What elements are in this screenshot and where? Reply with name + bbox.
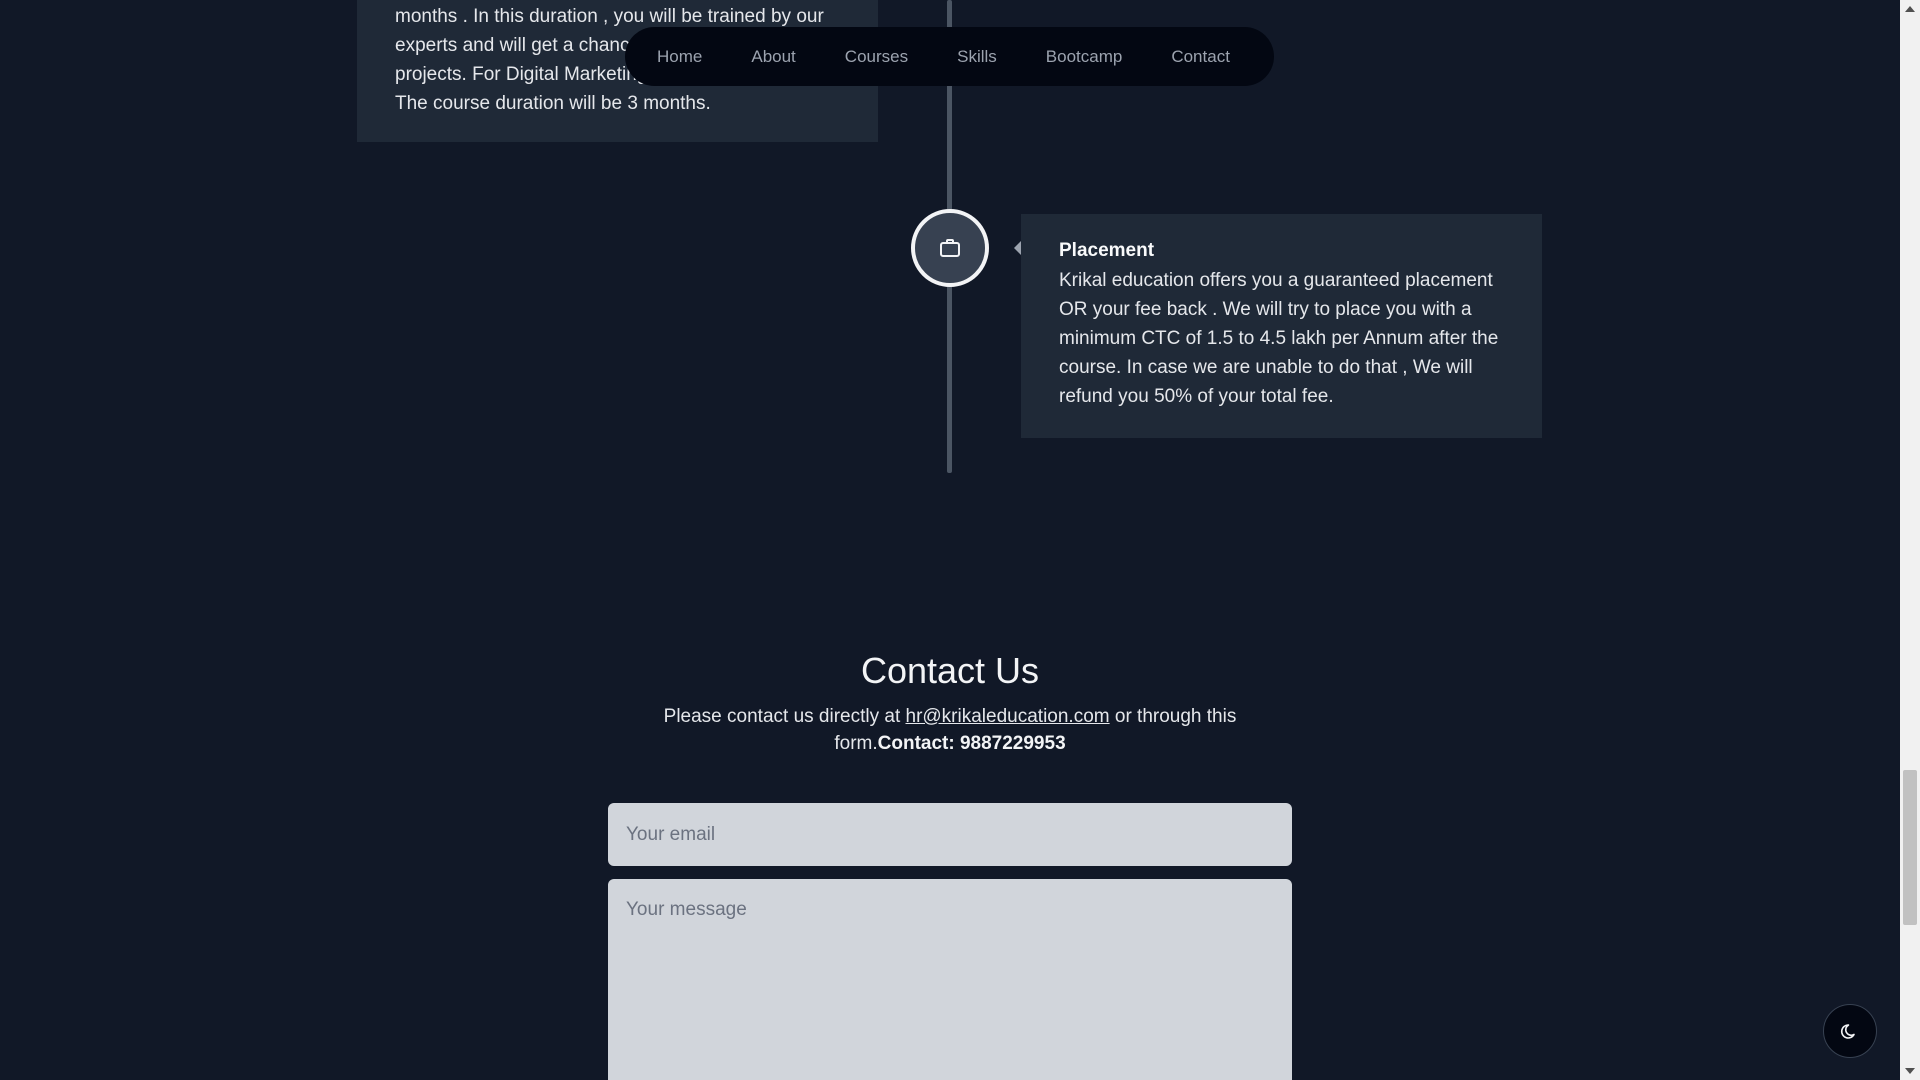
nav-skills[interactable]: Skills bbox=[957, 47, 997, 67]
floating-navbar: Home About Courses Skills Bootcamp Conta… bbox=[625, 27, 1274, 86]
contact-email-link[interactable]: hr@krikaleducation.com bbox=[906, 706, 1110, 727]
scroll-up-arrow-icon[interactable] bbox=[1905, 6, 1915, 12]
email-field[interactable] bbox=[608, 803, 1292, 866]
page: months . In this duration , you will be … bbox=[0, 0, 1920, 1080]
scroll-down-arrow-icon[interactable] bbox=[1905, 1068, 1915, 1074]
contact-title: Contact Us bbox=[860, 650, 1040, 691]
timeline-card-placement: Placement Krikal education offers you a … bbox=[1014, 214, 1542, 438]
nav-contact[interactable]: Contact bbox=[1171, 47, 1230, 67]
placement-title: Placement bbox=[1059, 240, 1155, 261]
nav-bootcamp[interactable]: Bootcamp bbox=[1046, 47, 1123, 67]
nav-about[interactable]: About bbox=[751, 47, 795, 67]
moon-icon bbox=[1840, 1024, 1855, 1039]
page-scrollbar[interactable] bbox=[1900, 0, 1920, 1080]
contact-description: Please contact us directly at hr@krikale… bbox=[640, 703, 1260, 757]
scrollbar-thumb[interactable] bbox=[1903, 770, 1917, 925]
message-field[interactable] bbox=[608, 879, 1292, 1080]
theme-toggle-button[interactable] bbox=[1823, 1004, 1877, 1058]
placement-text: Krikal education offers you a guaranteed… bbox=[1059, 270, 1499, 407]
contact-text-before: Please contact us directly at bbox=[663, 706, 906, 727]
card-pointer-arrow bbox=[1014, 241, 1021, 255]
nav-home[interactable]: Home bbox=[657, 47, 702, 67]
contact-phone: Contact: 9887229953 bbox=[877, 733, 1066, 754]
nav-courses[interactable]: Courses bbox=[845, 47, 908, 67]
briefcase-icon bbox=[911, 209, 989, 287]
